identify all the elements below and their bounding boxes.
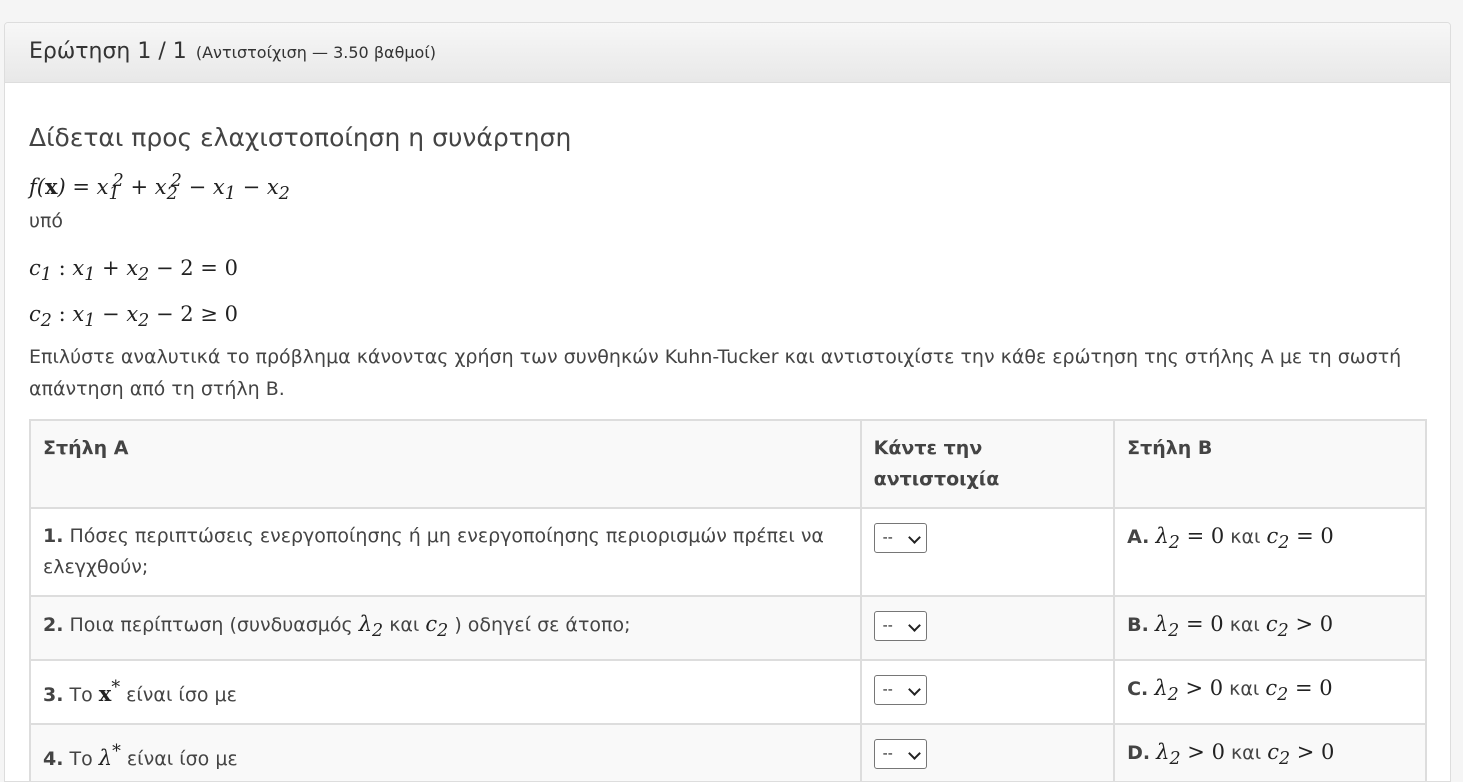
constraint-c1: c1 : x1 + x2 − 2 = 0 — [29, 256, 238, 286]
row-2-question: 2. Ποια περίπτωση (συνδυασμός λ2 και c2 … — [29, 594, 862, 662]
objective-function: f(x) = x12 + x22 − x1 − x2 — [29, 171, 290, 205]
table-header-row: Στήλη Α Κάντε την αντιστοιχία Στήλη Β — [29, 419, 1427, 509]
answer-letter: B. — [1127, 614, 1149, 636]
row-question-text: Πόσες περιπτώσεις ενεργοποίησης ή μη ενε… — [43, 525, 824, 578]
row-2-match: -- — [859, 594, 1116, 662]
row-2-answer: B. λ2 = 0 και c2 > 0 — [1113, 594, 1427, 662]
chevron-down-icon — [907, 619, 921, 632]
chevron-down-icon — [907, 531, 921, 544]
header-column-a: Στήλη Α — [29, 419, 862, 509]
row-number: 3. — [43, 684, 64, 707]
question-number: Ερώτηση 1 / 1 — [29, 39, 187, 64]
question-header: Ερώτηση 1 / 1 (Αντιστοίχιση — 3.50 βαθμο… — [5, 23, 1450, 83]
match-select-4[interactable]: -- — [873, 739, 927, 770]
row-number: 4. — [43, 748, 64, 771]
answer-connector: και — [1230, 526, 1261, 548]
table-row: 1. Πόσες περιπτώσεις ενεργοποίησης ή μη … — [29, 507, 1427, 597]
header-match: Κάντε την αντιστοιχία — [859, 419, 1116, 509]
match-select-2[interactable]: -- — [873, 611, 927, 641]
row-4-answer: D. λ2 > 0 και c2 > 0 — [1113, 723, 1427, 781]
question-panel: Ερώτηση 1 / 1 (Αντιστοίχιση — 3.50 βαθμο… — [4, 22, 1451, 782]
question-intro: Δίδεται προς ελαχιστοποίηση η συνάρτηση — [29, 123, 572, 152]
match-select-3[interactable]: -- — [873, 675, 927, 706]
row-4-match: -- — [859, 723, 1116, 781]
question-instructions: Επιλύστε αναλυτικά το πρόβλημα κάνοντας … — [29, 346, 1402, 400]
table-row: 2. Ποια περίπτωση (συνδυασμός λ2 και c2 … — [29, 594, 1427, 662]
row-1-answer: A. λ2 = 0 και c2 = 0 — [1113, 507, 1427, 597]
row-4-question: 4. Το λ* είναι ίσο με — [29, 723, 862, 781]
question-body: Δίδεται προς ελαχιστοποίηση η συνάρτηση … — [5, 123, 1450, 781]
answer-connector: και — [1229, 614, 1260, 636]
answer-letter: C. — [1127, 678, 1149, 701]
match-select-1[interactable]: -- — [873, 523, 927, 553]
row-3-answer: C. λ2 > 0 και c2 = 0 — [1113, 659, 1427, 726]
answer-letter: A. — [1127, 526, 1150, 548]
matching-table: Στήλη Α Κάντε την αντιστοιχία Στήλη Β 1.… — [29, 419, 1427, 781]
row-3-match: -- — [859, 659, 1116, 726]
header-column-b: Στήλη Β — [1113, 419, 1427, 509]
subject-to-label: υπό — [29, 210, 64, 232]
chevron-down-icon — [907, 747, 921, 761]
question-meta: (Αντιστοίχιση — 3.50 βαθμοί) — [195, 43, 436, 62]
row-1-question: 1. Πόσες περιπτώσεις ενεργοποίησης ή μη … — [29, 507, 862, 597]
row-3-question: 3. Το x* είναι ίσο με — [29, 659, 862, 726]
constraint-c2: c2 : x1 − x2 − 2 ≥ 0 — [29, 302, 238, 332]
table-row: 3. Το x* είναι ίσο με -- C. λ2 > 0 και c… — [29, 659, 1427, 726]
table-row: 4. Το λ* είναι ίσο με -- D. λ2 > 0 και c… — [29, 723, 1427, 781]
answer-letter: D. — [1127, 742, 1151, 765]
chevron-down-icon — [907, 683, 921, 697]
answer-connector: και — [1229, 678, 1260, 701]
row-number: 2. — [43, 614, 64, 636]
row-number: 1. — [43, 525, 64, 547]
answer-connector: και — [1230, 742, 1262, 765]
row-1-match: -- — [859, 507, 1116, 597]
